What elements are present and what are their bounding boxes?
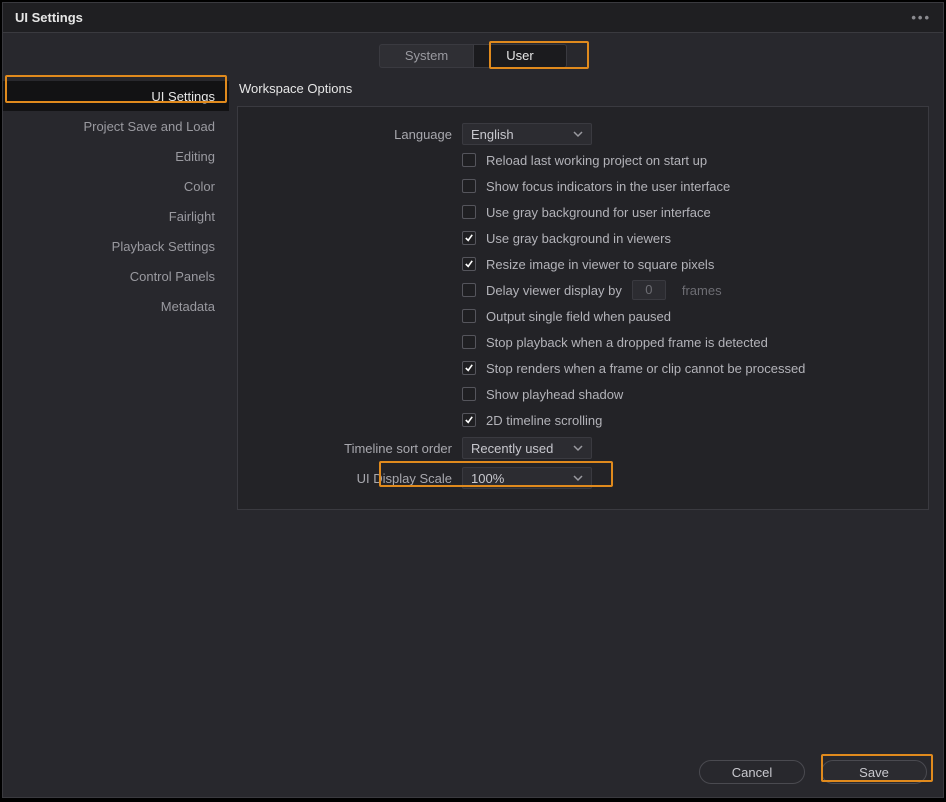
delay-frames-unit: frames <box>682 283 722 298</box>
sidebar: UI Settings Project Save and Load Editin… <box>3 79 229 747</box>
sort-order-label: Timeline sort order <box>252 441 452 456</box>
checkbox-row: Delay viewer display by 0 frames <box>462 277 914 303</box>
checkbox-label: Use gray background for user interface <box>486 205 711 220</box>
checkbox-row: Reload last working project on start up <box>462 147 914 173</box>
sort-order-dropdown[interactable]: Recently used <box>462 437 592 459</box>
checkbox-label: Show playhead shadow <box>486 387 623 402</box>
language-label: Language <box>252 127 452 142</box>
checkbox-label: Delay viewer display by <box>486 283 622 298</box>
checkbox-stop-renders[interactable] <box>462 361 476 375</box>
sidebar-item-editing[interactable]: Editing <box>3 141 229 171</box>
checkbox-label: 2D timeline scrolling <box>486 413 602 428</box>
checkbox-playhead-shadow[interactable] <box>462 387 476 401</box>
checkbox-label: Reload last working project on start up <box>486 153 707 168</box>
titlebar: UI Settings ••• <box>3 3 943 33</box>
checkbox-label: Resize image in viewer to square pixels <box>486 257 714 272</box>
checkbox-focus-indicators[interactable] <box>462 179 476 193</box>
checkbox-row: Resize image in viewer to square pixels <box>462 251 914 277</box>
cancel-button[interactable]: Cancel <box>699 760 805 784</box>
footer: Cancel Save <box>3 747 943 797</box>
tab-user[interactable]: User <box>473 44 567 68</box>
checkbox-row: Output single field when paused <box>462 303 914 329</box>
checkbox-label: Show focus indicators in the user interf… <box>486 179 730 194</box>
checkbox-label: Use gray background in viewers <box>486 231 671 246</box>
checkbox-single-field[interactable] <box>462 309 476 323</box>
display-scale-label: UI Display Scale <box>252 471 452 486</box>
tab-system[interactable]: System <box>379 44 473 68</box>
checkbox-gray-ui[interactable] <box>462 205 476 219</box>
sort-order-value: Recently used <box>471 441 553 456</box>
sidebar-item-metadata[interactable]: Metadata <box>3 291 229 321</box>
checkbox-row: Use gray background for user interface <box>462 199 914 225</box>
delay-frames-input[interactable]: 0 <box>632 280 666 300</box>
checkbox-2d-scrolling[interactable] <box>462 413 476 427</box>
checkbox-label: Stop playback when a dropped frame is de… <box>486 335 768 350</box>
section-title: Workspace Options <box>239 81 929 96</box>
workspace-options-panel: Language English Reload last working pro… <box>237 106 929 510</box>
sidebar-item-color[interactable]: Color <box>3 171 229 201</box>
checkbox-stop-dropped[interactable] <box>462 335 476 349</box>
checkbox-row: Stop playback when a dropped frame is de… <box>462 329 914 355</box>
checkbox-row: Use gray background in viewers <box>462 225 914 251</box>
display-scale-dropdown[interactable]: 100% <box>462 467 592 489</box>
window-menu-icon[interactable]: ••• <box>911 10 931 25</box>
display-scale-value: 100% <box>471 471 504 486</box>
sidebar-item-ui-settings[interactable]: UI Settings <box>3 81 229 111</box>
chevron-down-icon <box>573 443 583 453</box>
language-dropdown[interactable]: English <box>462 123 592 145</box>
window-title: UI Settings <box>15 10 83 25</box>
language-value: English <box>471 127 514 142</box>
top-tabs: System User <box>3 33 943 73</box>
settings-window: UI Settings ••• System User UI Settings … <box>2 2 944 798</box>
checkbox-label: Stop renders when a frame or clip cannot… <box>486 361 805 376</box>
checkbox-row: Show focus indicators in the user interf… <box>462 173 914 199</box>
checkbox-row: Show playhead shadow <box>462 381 914 407</box>
checkbox-row: Stop renders when a frame or clip cannot… <box>462 355 914 381</box>
checkbox-label: Output single field when paused <box>486 309 671 324</box>
checkbox-gray-viewers[interactable] <box>462 231 476 245</box>
chevron-down-icon <box>573 473 583 483</box>
sidebar-item-playback-settings[interactable]: Playback Settings <box>3 231 229 261</box>
checkbox-delay-viewer[interactable] <box>462 283 476 297</box>
checkbox-row: 2D timeline scrolling <box>462 407 914 433</box>
chevron-down-icon <box>573 129 583 139</box>
checkbox-reload-last[interactable] <box>462 153 476 167</box>
sidebar-item-control-panels[interactable]: Control Panels <box>3 261 229 291</box>
sidebar-item-fairlight[interactable]: Fairlight <box>3 201 229 231</box>
save-button[interactable]: Save <box>821 760 927 784</box>
checkbox-resize-square[interactable] <box>462 257 476 271</box>
sidebar-item-project-save-load[interactable]: Project Save and Load <box>3 111 229 141</box>
